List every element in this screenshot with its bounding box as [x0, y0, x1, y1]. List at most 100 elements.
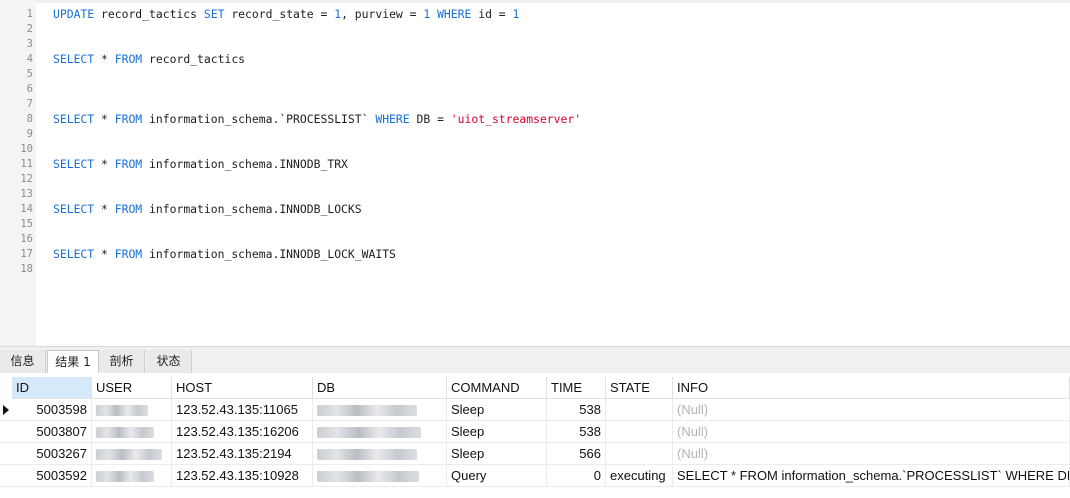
row-selector[interactable]	[0, 421, 12, 443]
cell-info[interactable]: (Null)	[673, 421, 1070, 443]
sql-keyword: SELECT	[53, 202, 95, 216]
cell-info[interactable]: SELECT * FROM information_schema.`PROCES…	[673, 465, 1070, 487]
cell-user[interactable]	[92, 399, 172, 421]
line-number: 8	[26, 113, 33, 125]
column-header-db[interactable]: DB	[313, 377, 447, 399]
cell-host[interactable]: 123.52.43.135:16206	[172, 421, 313, 443]
line-number: 12	[20, 173, 33, 185]
cell-id[interactable]: 5003598	[12, 399, 92, 421]
cell-command[interactable]: Sleep	[447, 421, 547, 443]
cell-info[interactable]: (Null)	[673, 443, 1070, 465]
cell-host[interactable]: 123.52.43.135:2194	[172, 443, 313, 465]
sql-keyword: SELECT	[53, 157, 95, 171]
row-selector[interactable]	[0, 465, 12, 487]
sql-text: information_schema.INNODB_LOCK_WAITS	[142, 247, 396, 261]
code-text: UPDATE record_tactics SET record_state =…	[53, 7, 519, 22]
tab-profile-label: 剖析	[109, 354, 134, 368]
line-number: 7	[26, 98, 33, 110]
cell-db[interactable]	[313, 443, 447, 465]
cell-host[interactable]: 123.52.43.135:11065	[172, 399, 313, 421]
redacted-db	[317, 405, 417, 417]
line-number: 15	[20, 218, 33, 230]
sql-text: record_tactics	[142, 52, 246, 66]
cell-state[interactable]	[606, 421, 673, 443]
tab-info-label: 信息	[10, 354, 35, 368]
redacted-user	[96, 427, 154, 439]
column-header-user[interactable]: USER	[92, 377, 172, 399]
sql-text: information_schema.`PROCESSLIST`	[142, 112, 376, 126]
line-number: 14	[20, 203, 33, 215]
cell-db[interactable]	[313, 421, 447, 443]
cell-id[interactable]: 5003592	[12, 465, 92, 487]
sql-text: information_schema.INNODB_LOCKS	[142, 202, 362, 216]
sql-keyword: SELECT	[53, 112, 95, 126]
cell-time[interactable]: 538	[547, 421, 606, 443]
cell-command[interactable]: Query	[447, 465, 547, 487]
sql-editor[interactable]: 1 UPDATE record_tactics SET record_state …	[0, 0, 1070, 346]
sql-keyword: WHERE	[375, 112, 410, 126]
column-header-id[interactable]: ID	[12, 377, 92, 399]
code-text: SELECT * FROM record_tactics	[53, 52, 245, 67]
column-header-time[interactable]: TIME	[547, 377, 606, 399]
cell-id[interactable]: 5003807	[12, 421, 92, 443]
line-number: 2	[26, 23, 33, 35]
line-number: 9	[26, 128, 33, 140]
cell-state[interactable]	[606, 399, 673, 421]
cell-time[interactable]: 0	[547, 465, 606, 487]
sql-text: *	[94, 112, 115, 126]
cell-db[interactable]	[313, 399, 447, 421]
sql-text: *	[94, 247, 115, 261]
cell-command[interactable]: Sleep	[447, 443, 547, 465]
cell-time[interactable]: 566	[547, 443, 606, 465]
sql-string: 'uiot_streamserver'	[450, 112, 582, 126]
sql-keyword: SELECT	[53, 52, 95, 66]
redacted-user	[96, 449, 162, 461]
column-header-host[interactable]: HOST	[172, 377, 313, 399]
line-number: 16	[20, 233, 33, 245]
sql-text: , purview =	[341, 7, 424, 21]
row-divider	[0, 486, 1070, 487]
sql-keyword: FROM	[114, 247, 143, 261]
tab-result-1[interactable]: 结果 1	[47, 350, 99, 374]
code-text: SELECT * FROM information_schema.INNODB_…	[53, 247, 396, 262]
editor-top-border	[36, 0, 1070, 3]
tab-profile[interactable]: 剖析	[99, 350, 145, 374]
cell-user[interactable]	[92, 443, 172, 465]
sql-text: record_state =	[224, 7, 335, 21]
tab-result-1-label: 结果 1	[55, 355, 91, 369]
row-selector[interactable]	[0, 443, 12, 465]
cell-time[interactable]: 538	[547, 399, 606, 421]
sql-text: DB =	[409, 112, 451, 126]
cell-id[interactable]: 5003267	[12, 443, 92, 465]
column-header-command[interactable]: COMMAND	[447, 377, 547, 399]
line-number: 17	[20, 248, 33, 260]
line-number: 11	[20, 158, 33, 170]
cell-info[interactable]: (Null)	[673, 399, 1070, 421]
tab-status[interactable]: 状态	[146, 350, 192, 374]
cell-user[interactable]	[92, 421, 172, 443]
cell-state[interactable]: executing	[606, 465, 673, 487]
line-number: 13	[20, 188, 33, 200]
column-header-state[interactable]: STATE	[606, 377, 673, 399]
cell-db[interactable]	[313, 465, 447, 487]
tab-info[interactable]: 信息	[0, 350, 46, 374]
sql-keyword: SELECT	[53, 247, 95, 261]
redacted-user	[96, 405, 148, 417]
sql-keyword: WHERE	[437, 7, 472, 21]
result-grid[interactable]: ID USER HOST DB COMMAND TIME STATE INFO 5003598…	[0, 373, 1070, 498]
line-number: 3	[26, 38, 33, 50]
tab-status-label: 状态	[156, 354, 181, 368]
cell-user[interactable]	[92, 465, 172, 487]
cell-state[interactable]	[606, 443, 673, 465]
redacted-db	[317, 471, 419, 483]
line-number: 6	[26, 83, 33, 95]
cell-command[interactable]: Sleep	[447, 399, 547, 421]
code-text: SELECT * FROM information_schema.INNODB_…	[53, 202, 362, 217]
sql-keyword: UPDATE	[53, 7, 95, 21]
sql-keyword: FROM	[114, 157, 143, 171]
line-number: 1	[26, 8, 33, 20]
row-selector[interactable]	[0, 399, 12, 421]
cell-host[interactable]: 123.52.43.135:10928	[172, 465, 313, 487]
column-header-info[interactable]: INFO	[673, 377, 1070, 399]
result-tabs: 信息 结果 1 剖析 状态	[0, 346, 1070, 374]
